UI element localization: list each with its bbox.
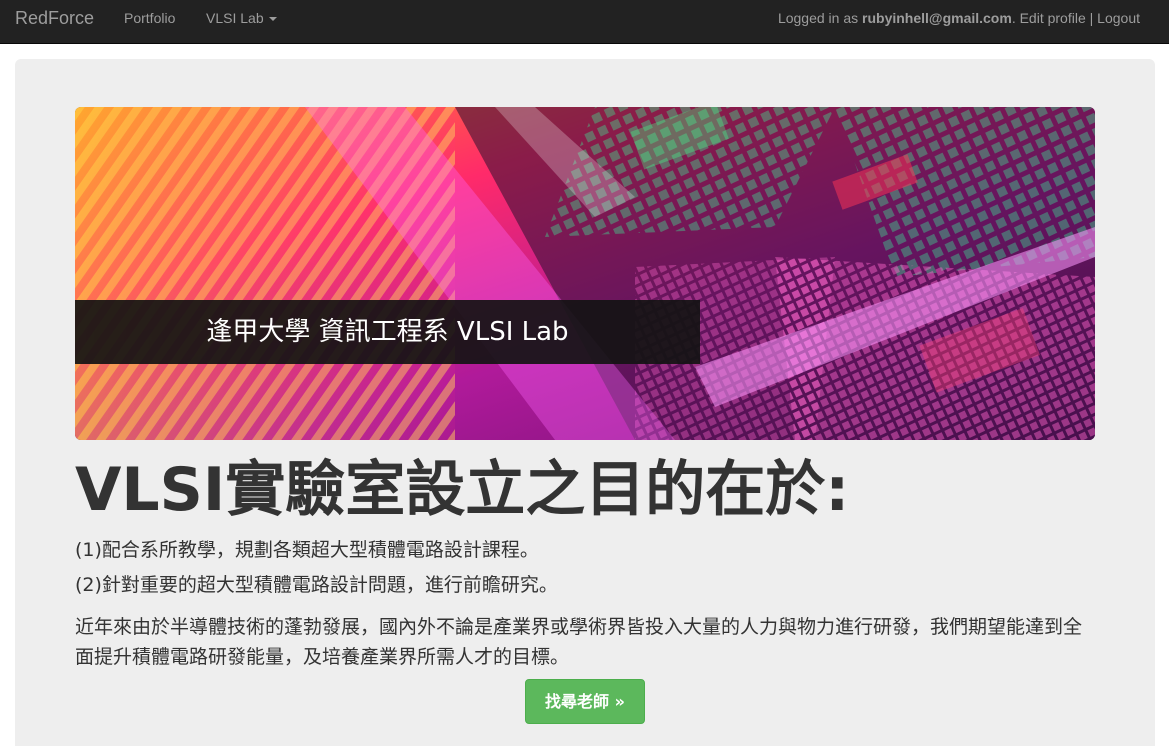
- user-status: Logged in as rubyinhell@gmail.com. Edit …: [778, 0, 1140, 36]
- chip-die-graphic: [75, 107, 1095, 440]
- caret-down-icon: [268, 17, 277, 22]
- paragraph-2: (2)針對重要的超大型積體電路設計問題，進行前瞻研究。: [75, 574, 558, 596]
- logout-link[interactable]: Logout: [1097, 10, 1140, 26]
- logged-in-text: Logged in as: [777, 10, 863, 26]
- user-email: rubyinhell@gmail.com: [862, 10, 1012, 26]
- brand-link[interactable]: RedForce: [15, 0, 94, 36]
- find-teacher-button[interactable]: 找尋老師 »: [525, 679, 645, 724]
- jumbotron: 逢甲大學 資訊工程系 VLSI Lab VLSI實驗室設立之目的在於: (1)配…: [15, 59, 1155, 746]
- separator-pipe: |: [1089, 10, 1094, 26]
- banner-image: 逢甲大學 資訊工程系 VLSI Lab: [75, 107, 1095, 440]
- paragraph-1: (1)配合系所教學，規劃各類超大型積體電路設計課程。: [75, 539, 539, 561]
- banner-caption: 逢甲大學 資訊工程系 VLSI Lab: [75, 300, 700, 364]
- nav-vlsi-lab-dropdown[interactable]: VLSI Lab: [206, 0, 277, 36]
- page-headline: VLSI實驗室設立之目的在於:: [75, 455, 850, 525]
- paragraph-3: 近年來由於半導體技術的蓬勃發展，國內外不論是產業界或學術界皆投入大量的人力與物力…: [75, 616, 1083, 668]
- edit-profile-link[interactable]: Edit profile: [1020, 10, 1086, 26]
- nav-portfolio-link[interactable]: Portfolio: [124, 0, 175, 36]
- nav-vlsi-lab-label: VLSI Lab: [206, 10, 264, 26]
- top-navbar: RedForce Portfolio VLSI Lab Logged in as…: [0, 0, 1169, 44]
- separator-dot: .: [1011, 10, 1016, 26]
